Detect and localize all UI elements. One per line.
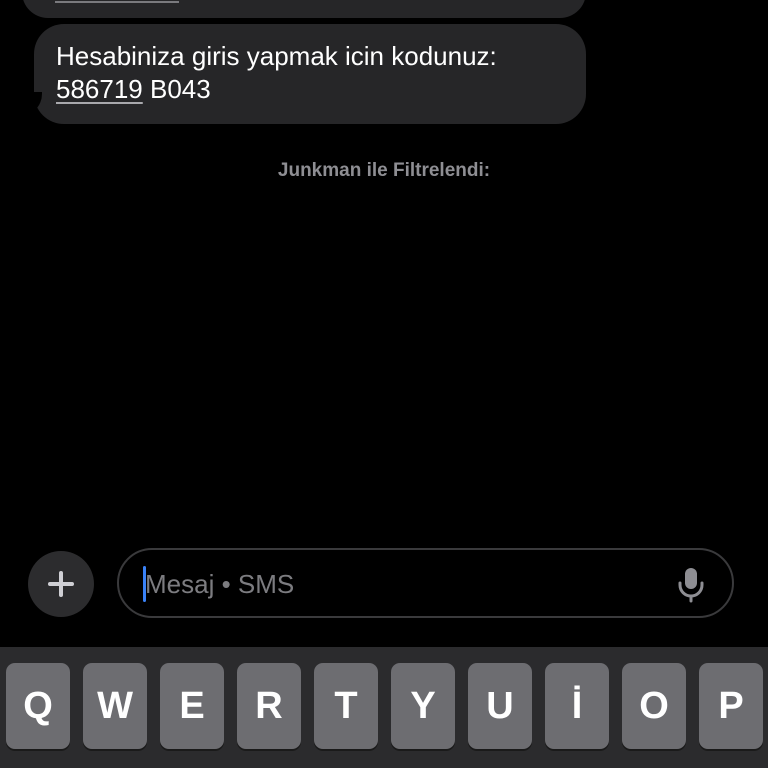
previous-message-bubble [22,0,586,18]
key-p[interactable]: P [699,663,763,749]
microphone-icon[interactable] [676,566,706,604]
code-suffix: B043 [150,74,211,104]
key-e[interactable]: E [160,663,224,749]
previous-message-link[interactable] [55,1,179,3]
add-attachment-button[interactable] [28,551,94,617]
messages-screen: Hesabiniza giris yapmak icin kodunuz: 58… [0,0,768,768]
key-r[interactable]: R [237,663,301,749]
message-input[interactable]: Mesaj • SMS [117,548,734,618]
filter-label: Junkman ile Filtrelendi: [277,160,491,181]
key-q[interactable]: Q [6,663,70,749]
text-cursor [143,566,146,602]
key-o[interactable]: O [622,663,686,749]
key-u[interactable]: U [468,663,532,749]
key-y[interactable]: Y [391,663,455,749]
message-line: Hesabiniza giris yapmak icin kodunuz: [56,41,497,71]
verification-code-link[interactable]: 586719 [56,74,143,104]
key-i-dotted[interactable]: İ [545,663,609,749]
message-code-line: 586719 B043 [56,73,576,106]
key-w[interactable]: W [83,663,147,749]
message-text: Hesabiniza giris yapmak icin kodunuz: 58… [56,40,576,106]
keyboard: Q W E R T Y U İ O P [0,647,768,768]
key-t[interactable]: T [314,663,378,749]
message-input-placeholder: Mesaj • SMS [145,569,295,599]
